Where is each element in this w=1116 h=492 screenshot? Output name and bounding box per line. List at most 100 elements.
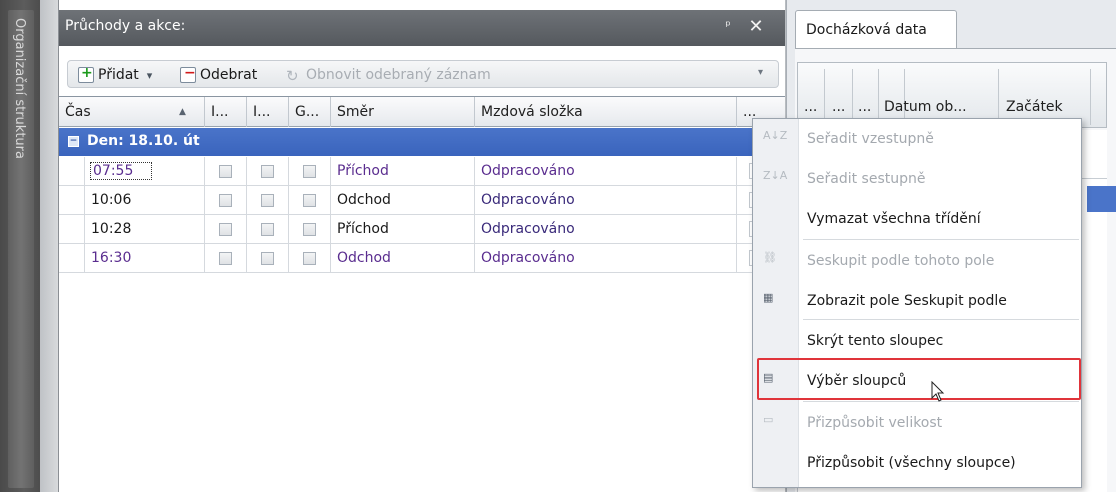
- organization-structure-tab[interactable]: Organizační struktura: [8, 10, 34, 488]
- attendance-column-header[interactable]: ...: [858, 99, 871, 115]
- sort-desc-icon: Z↓A: [763, 169, 788, 182]
- dock-splitter[interactable]: [40, 0, 58, 492]
- flag-cell-i2[interactable]: [247, 244, 289, 272]
- checkbox[interactable]: [303, 164, 316, 178]
- remove-button[interactable]: Odebrat: [180, 65, 257, 85]
- remove-record-icon: [180, 65, 196, 83]
- wage-component-cell[interactable]: Odpracováno: [475, 157, 737, 185]
- panel-title-bar: Průchody a akce: ᵖ ✕: [59, 10, 785, 46]
- group-row[interactable]: − Den: 18.10. út: [59, 128, 785, 156]
- column-header-g[interactable]: G...: [289, 97, 331, 127]
- row-indent: [59, 244, 85, 272]
- close-icon[interactable]: ✕: [747, 16, 765, 38]
- attendance-column-header[interactable]: Začátek: [1006, 99, 1063, 115]
- passages-panel: Průchody a akce: ᵖ ✕ Přidat ▾ Odebrat ↻ …: [58, 0, 786, 492]
- remove-button-label: Odebrat: [200, 67, 258, 83]
- time-cell[interactable]: 07:55: [85, 157, 205, 185]
- menu-separator: [803, 319, 1079, 320]
- column-header-direction[interactable]: Směr: [331, 97, 475, 127]
- flag-cell-i2[interactable]: [247, 186, 289, 214]
- best-fit-icon: ▭: [763, 413, 774, 426]
- wage-component-cell[interactable]: Odpracováno: [475, 244, 737, 272]
- row-indent: [59, 215, 85, 243]
- chevron-down-icon[interactable]: ▾: [147, 69, 153, 82]
- flag-cell-i2[interactable]: [247, 157, 289, 185]
- wage-component-value: Odpracováno: [481, 221, 575, 237]
- table-row[interactable]: 07:55 Příchod Odpracováno: [59, 157, 785, 186]
- menu-item[interactable]: Z↓A Seřadit sestupně: [753, 161, 1081, 201]
- menu-item[interactable]: Přizpůsobit (všechny sloupce): [753, 445, 1081, 485]
- menu-item[interactable]: ⛓ Seskupit podle tohoto pole: [753, 243, 1081, 283]
- flag-cell-g[interactable]: [289, 186, 331, 214]
- checkbox[interactable]: [219, 222, 232, 236]
- attendance-column-header[interactable]: ...: [832, 99, 845, 115]
- flag-cell-i1[interactable]: [205, 244, 247, 272]
- checkbox[interactable]: [219, 193, 232, 207]
- flag-cell-i1[interactable]: [205, 157, 247, 185]
- menu-item[interactable]: A↓Z Seřadit vzestupně: [753, 121, 1081, 161]
- checkbox[interactable]: [261, 193, 274, 207]
- wage-component-value: Odpracováno: [481, 192, 575, 208]
- header-separator: [904, 69, 905, 125]
- flag-cell-i1[interactable]: [205, 215, 247, 243]
- checkbox[interactable]: [303, 222, 316, 236]
- column-header-i1[interactable]: I...: [205, 97, 247, 127]
- collapse-icon[interactable]: −: [68, 136, 79, 147]
- header-separator: [1090, 69, 1091, 125]
- direction-cell[interactable]: Odchod: [331, 244, 475, 272]
- checkbox[interactable]: [303, 251, 316, 265]
- direction-cell[interactable]: Příchod: [331, 157, 475, 185]
- add-button[interactable]: Přidat ▾: [78, 65, 152, 85]
- menu-item-label: Seřadit vzestupně: [807, 131, 934, 147]
- menu-item[interactable]: ▭ Přizpůsobit velikost: [753, 405, 1081, 445]
- checkbox[interactable]: [261, 222, 274, 236]
- menu-item[interactable]: Skrýt tento sloupec: [753, 323, 1081, 363]
- direction-cell[interactable]: Příchod: [331, 215, 475, 243]
- organization-structure-tab-label: Organizační struktura: [12, 18, 27, 159]
- restore-removed-button[interactable]: ↻ Obnovit odebraný záznam: [286, 65, 491, 85]
- attendance-selected-row[interactable]: [1087, 186, 1116, 212]
- header-separator: [878, 69, 879, 125]
- menu-item-label: Zobrazit pole Seskupit podle: [807, 293, 1007, 309]
- table-row[interactable]: 16:30 Odchod Odpracováno: [59, 244, 785, 273]
- time-cell[interactable]: 16:30: [85, 244, 205, 272]
- menu-item[interactable]: Vymazat všechna třídění: [753, 201, 1081, 241]
- menu-item-label: Přizpůsobit (všechny sloupce): [807, 455, 1016, 471]
- tab-attendance-data[interactable]: Docházková data: [795, 10, 957, 48]
- table-row[interactable]: 10:28 Příchod Odpracováno: [59, 215, 785, 244]
- column-header-i2[interactable]: I...: [247, 97, 289, 127]
- toolbar-overflow-icon[interactable]: ▾: [758, 67, 770, 78]
- wage-component-value: Odpracováno: [481, 163, 575, 179]
- attendance-column-header[interactable]: ...: [804, 99, 817, 115]
- wage-component-cell[interactable]: Odpracováno: [475, 215, 737, 243]
- attendance-column-header[interactable]: Datum ob...: [884, 99, 967, 115]
- direction-cell[interactable]: Odchod: [331, 186, 475, 214]
- pin-icon[interactable]: ᵖ: [721, 19, 735, 37]
- flag-cell-i1[interactable]: [205, 186, 247, 214]
- checkbox[interactable]: [219, 164, 232, 178]
- flag-cell-i2[interactable]: [247, 215, 289, 243]
- sort-ascending-icon: ▲: [179, 107, 186, 117]
- wage-component-cell[interactable]: Odpracováno: [475, 186, 737, 214]
- flag-cell-g[interactable]: [289, 157, 331, 185]
- menu-separator: [803, 239, 1079, 240]
- group-panel-icon: ▦: [763, 291, 774, 304]
- header-separator: [998, 69, 999, 125]
- checkbox[interactable]: [219, 251, 232, 265]
- flag-cell-g[interactable]: [289, 244, 331, 272]
- menu-item[interactable]: ▦ Zobrazit pole Seskupit podle: [753, 283, 1081, 323]
- checkbox[interactable]: [261, 251, 274, 265]
- menu-item-label: Vymazat všechna třídění: [807, 211, 981, 227]
- mouse-cursor-icon: [931, 381, 945, 402]
- passages-grid: Čas ▲ I... I... G... Směr Mzdová složka …: [59, 96, 785, 492]
- column-header-wage-component[interactable]: Mzdová složka: [475, 97, 737, 127]
- table-row[interactable]: 10:06 Odchod Odpracováno: [59, 186, 785, 215]
- row-indent: [59, 157, 85, 185]
- flag-cell-g[interactable]: [289, 215, 331, 243]
- checkbox[interactable]: [303, 193, 316, 207]
- time-cell[interactable]: 10:06: [85, 186, 205, 214]
- time-cell[interactable]: 10:28: [85, 215, 205, 243]
- panel-title: Průchody a akce:: [65, 18, 186, 34]
- menu-item-label: Přizpůsobit velikost: [807, 415, 943, 431]
- checkbox[interactable]: [261, 164, 274, 178]
